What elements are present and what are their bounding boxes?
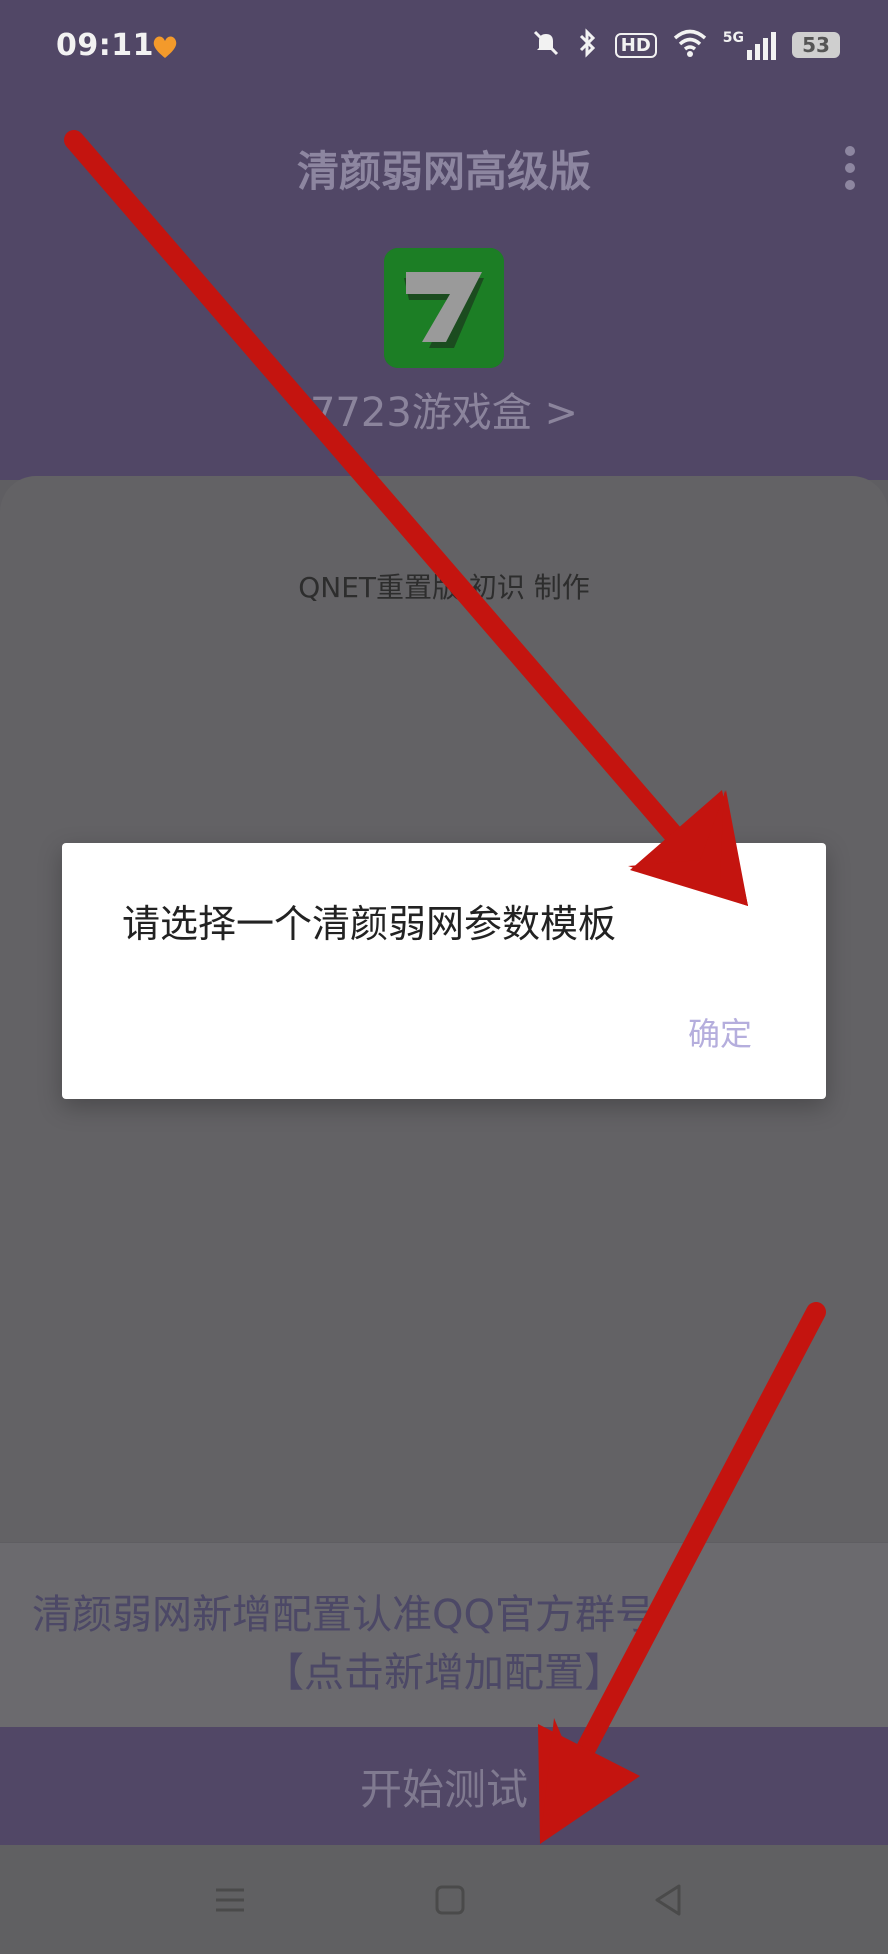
status-time: 09:11	[56, 28, 154, 63]
banner-line1: 清颜弱网新增配置认准QQ官方群号	[32, 1592, 655, 1638]
start-test-button[interactable]: 开始测试	[0, 1727, 888, 1845]
battery-icon: 53	[792, 32, 840, 58]
home-icon[interactable]	[426, 1876, 474, 1924]
network-label: 5G	[722, 30, 744, 46]
wifi-icon	[673, 29, 707, 61]
template-dialog: 请选择一个清颜弱网参数模板 确定	[62, 843, 826, 1099]
app-icon[interactable]	[384, 248, 504, 368]
hd-icon: HD	[614, 32, 657, 58]
selected-app-name[interactable]: 7723游戏盒 >	[0, 380, 888, 438]
mute-icon	[531, 28, 561, 62]
signal-icon: 5G	[723, 30, 776, 60]
status-icons: HD 5G 53	[531, 28, 840, 62]
dialog-ok-button[interactable]: 确定	[688, 1009, 752, 1055]
menu-icon[interactable]	[206, 1876, 254, 1924]
more-options-icon[interactable]	[840, 146, 860, 190]
heart-app-icon	[150, 34, 180, 64]
bluetooth-icon	[577, 28, 599, 62]
dialog-message: 请选择一个清颜弱网参数模板	[122, 902, 617, 946]
add-config-link[interactable]: 【点击新增加配置】	[0, 1640, 888, 1698]
back-icon[interactable]	[644, 1876, 692, 1924]
credit-text: QNET重置版 初识 制作	[298, 571, 590, 604]
app-title: 清颜弱网高级版	[296, 147, 591, 196]
